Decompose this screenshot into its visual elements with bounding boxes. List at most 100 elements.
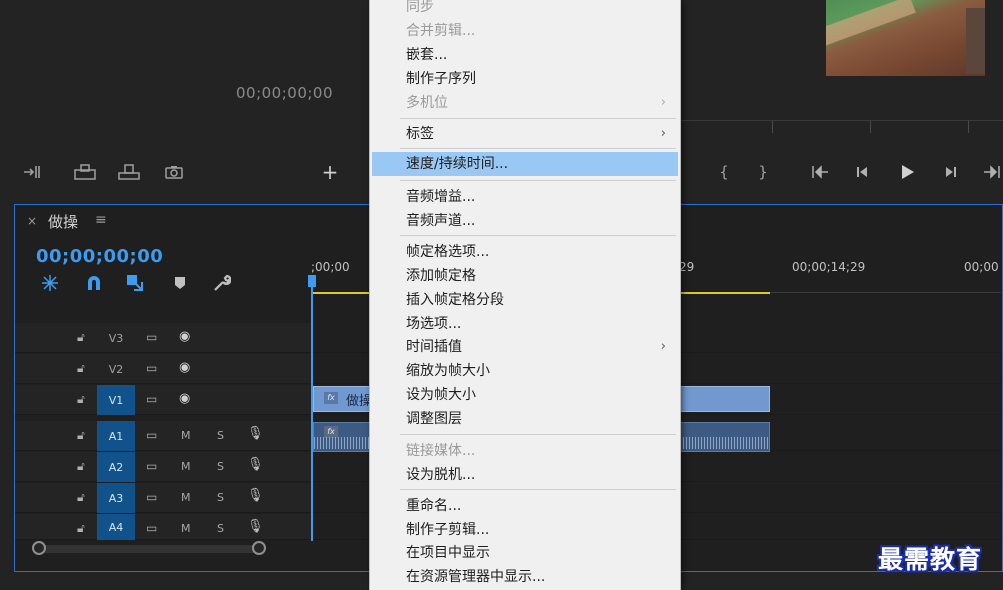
mark-out-icon[interactable]: } bbox=[751, 160, 775, 184]
microphone-icon[interactable]: 🎙︎ bbox=[247, 519, 264, 534]
lock-icon[interactable]: 🔓︎ bbox=[77, 490, 85, 505]
monitor-timecode[interactable]: 00;00;00;00 bbox=[236, 84, 333, 102]
lock-icon[interactable]: 🔓︎ bbox=[77, 428, 85, 443]
lock-icon[interactable]: 🔓︎ bbox=[77, 392, 85, 407]
sync-lock-icon[interactable]: ▭ bbox=[146, 330, 157, 344]
solo-button[interactable]: S bbox=[217, 522, 224, 535]
overwrite-icon[interactable] bbox=[73, 160, 97, 184]
camera-icon[interactable] bbox=[162, 160, 186, 184]
track-header-a2[interactable]: 🔓︎ A2 ▭ M S 🎙︎ bbox=[15, 452, 311, 482]
mute-button[interactable]: M bbox=[181, 522, 191, 535]
nest-toggle-icon[interactable] bbox=[39, 272, 61, 294]
eye-icon[interactable]: ◉ bbox=[179, 391, 190, 406]
lock-icon[interactable]: 🔓︎ bbox=[77, 330, 85, 345]
monitor-time-ruler[interactable] bbox=[680, 120, 1003, 134]
plus-icon[interactable]: + bbox=[318, 160, 342, 184]
microphone-icon[interactable]: 🎙︎ bbox=[247, 488, 264, 503]
mark-in-icon[interactable]: { bbox=[712, 160, 736, 184]
playhead-handle[interactable] bbox=[308, 275, 316, 287]
context-menu-item[interactable]: 设为帧大小 bbox=[372, 383, 678, 407]
menu-item-label: 标签 bbox=[406, 126, 434, 142]
sync-lock-icon[interactable]: ▭ bbox=[146, 459, 157, 473]
export-frame-icon[interactable] bbox=[117, 160, 141, 184]
microphone-icon[interactable]: 🎙︎ bbox=[247, 426, 264, 441]
wrench-icon[interactable] bbox=[211, 272, 233, 294]
context-menu-item[interactable]: 帧定格选项... bbox=[372, 240, 678, 264]
go-to-out-icon[interactable] bbox=[980, 160, 1003, 184]
solo-button[interactable]: S bbox=[217, 491, 224, 504]
track-header-a4[interactable]: 🔓︎ A4 ▭ M S 🎙︎ bbox=[15, 514, 311, 540]
insert-icon[interactable] bbox=[20, 160, 44, 184]
menu-separator bbox=[400, 235, 676, 236]
context-menu-item[interactable]: 插入帧定格分段 bbox=[372, 288, 678, 312]
context-menu-item[interactable]: 在项目中显示 bbox=[372, 541, 678, 565]
go-to-in-icon[interactable] bbox=[808, 160, 832, 184]
solo-button[interactable]: S bbox=[217, 429, 224, 442]
track-name-a2[interactable]: A2 bbox=[97, 452, 135, 482]
context-menu-item[interactable]: 速度/持续时间... bbox=[372, 152, 678, 176]
timeline-timecode[interactable]: 00;00;00;00 bbox=[36, 246, 163, 267]
menu-item-label: 帧定格选项... bbox=[406, 244, 490, 260]
context-menu-item[interactable]: 缩放为帧大小 bbox=[372, 359, 678, 383]
sync-lock-icon[interactable]: ▭ bbox=[146, 521, 157, 535]
menu-item-label: 制作子剪辑... bbox=[406, 522, 490, 538]
snap-magnet-icon[interactable] bbox=[83, 272, 105, 294]
sequence-tab-title[interactable]: 做操 bbox=[48, 211, 78, 232]
add-marker-icon[interactable] bbox=[169, 272, 191, 294]
track-header-v3[interactable]: 🔓︎ V3 ▭ ◉ bbox=[15, 323, 311, 353]
microphone-icon[interactable]: 🎙︎ bbox=[247, 457, 264, 472]
lock-icon[interactable]: 🔓︎ bbox=[77, 361, 85, 376]
track-header-a1[interactable]: 🔓︎ A1 ▭ M S 🎙︎ bbox=[15, 421, 311, 451]
track-name-a4[interactable]: A4 bbox=[97, 514, 135, 540]
eye-icon[interactable]: ◉ bbox=[179, 329, 190, 344]
menu-separator bbox=[400, 118, 676, 119]
menu-item-label: 在资源管理器中显示... bbox=[406, 569, 546, 585]
context-menu-item[interactable]: 嵌套... bbox=[372, 43, 678, 67]
linked-selection-icon[interactable] bbox=[124, 272, 146, 294]
track-header-v2[interactable]: 🔓︎ V2 ▭ ◉ bbox=[15, 354, 311, 384]
context-menu-item[interactable]: 重命名... bbox=[372, 494, 678, 518]
context-menu-item[interactable]: 调整图层 bbox=[372, 407, 678, 431]
submenu-arrow-icon: › bbox=[660, 126, 666, 141]
step-back-icon[interactable] bbox=[851, 160, 875, 184]
lock-icon[interactable]: 🔓︎ bbox=[77, 521, 85, 536]
context-menu-item[interactable]: 添加帧定格 bbox=[372, 264, 678, 288]
mute-button[interactable]: M bbox=[181, 460, 191, 473]
sync-lock-icon[interactable]: ▭ bbox=[146, 392, 157, 406]
sync-lock-icon[interactable]: ▭ bbox=[146, 361, 157, 375]
context-menu-item[interactable]: 设为脱机... bbox=[372, 463, 678, 487]
ruler-label-mid: 29 bbox=[679, 260, 695, 274]
sync-lock-icon[interactable]: ▭ bbox=[146, 428, 157, 442]
play-icon[interactable] bbox=[895, 160, 919, 184]
track-name-v2[interactable]: V2 bbox=[97, 354, 135, 384]
track-header-v1[interactable]: 🔓︎ V1 ▭ ◉ bbox=[15, 385, 311, 415]
sync-lock-icon[interactable]: ▭ bbox=[146, 490, 157, 504]
lock-icon[interactable]: 🔓︎ bbox=[77, 459, 85, 474]
context-menu-item[interactable]: 制作子序列 bbox=[372, 67, 678, 91]
mute-button[interactable]: M bbox=[181, 491, 191, 504]
step-forward-icon[interactable] bbox=[938, 160, 962, 184]
context-menu-item[interactable]: 场选项... bbox=[372, 312, 678, 336]
menu-item-label: 音频声道... bbox=[406, 213, 476, 229]
track-name-a1[interactable]: A1 bbox=[97, 421, 135, 451]
panel-menu-icon[interactable]: ≡ bbox=[95, 212, 107, 228]
menu-item-label: 嵌套... bbox=[406, 47, 448, 63]
context-menu-item[interactable]: 音频增益... bbox=[372, 185, 678, 209]
eye-icon[interactable]: ◉ bbox=[179, 360, 190, 375]
context-menu-item[interactable]: 音频声道... bbox=[372, 209, 678, 233]
scroll-handle-left[interactable] bbox=[32, 541, 46, 555]
scroll-handle-right[interactable] bbox=[252, 541, 266, 555]
context-menu-item[interactable]: 制作子剪辑... bbox=[372, 518, 678, 542]
track-name-a3[interactable]: A3 bbox=[97, 483, 135, 513]
track-header-a3[interactable]: 🔓︎ A3 ▭ M S 🎙︎ bbox=[15, 483, 311, 513]
mute-button[interactable]: M bbox=[181, 429, 191, 442]
track-name-v3[interactable]: V3 bbox=[97, 323, 135, 353]
context-menu-item[interactable]: 在资源管理器中显示... bbox=[372, 565, 678, 589]
close-tab-icon[interactable]: × bbox=[27, 214, 37, 228]
track-name-v1[interactable]: V1 bbox=[97, 385, 135, 415]
menu-item-label: 同步 bbox=[406, 0, 434, 15]
context-menu-item[interactable]: 标签 › bbox=[372, 122, 678, 146]
solo-button[interactable]: S bbox=[217, 460, 224, 473]
horizontal-scrollbar[interactable] bbox=[37, 545, 261, 553]
context-menu-item[interactable]: 时间插值 › bbox=[372, 335, 678, 359]
